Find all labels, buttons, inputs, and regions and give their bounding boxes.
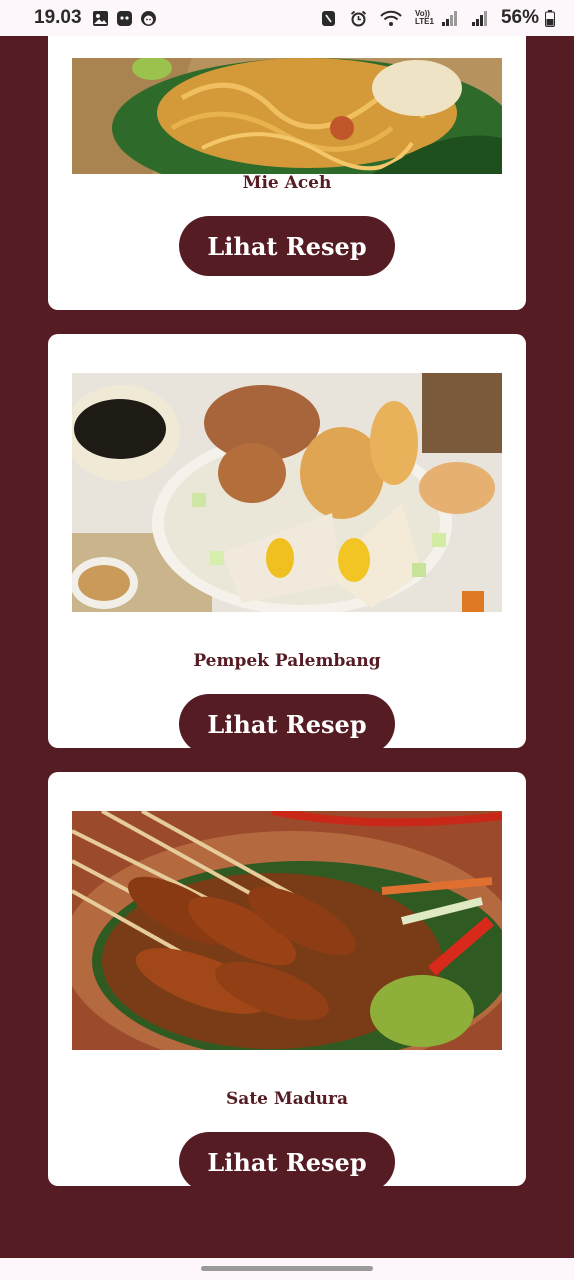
- gallery-icon: [92, 10, 109, 27]
- status-time: 19.03: [34, 7, 82, 28]
- recipe-card: Pempek Palembang Lihat Resep: [48, 334, 526, 754]
- recipe-photo-pempek-palembang: [72, 373, 502, 612]
- status-right-group: Vo)) LTE1 56%: [320, 7, 562, 29]
- recipe-photo-mie-aceh: [72, 58, 502, 174]
- navigation-bar: [0, 1258, 574, 1280]
- recipe-list[interactable]: Mie Aceh Lihat Resep Pempek Palembang Li…: [0, 36, 574, 1258]
- recipe-photo-sate-madura: [72, 811, 502, 1050]
- recipe-card: Mie Aceh Lihat Resep: [48, 36, 526, 310]
- lihat-resep-button[interactable]: Lihat Resep: [179, 216, 395, 276]
- recipe-title: Mie Aceh: [242, 173, 332, 193]
- network-label: Vo)) LTE1: [414, 9, 434, 26]
- lihat-resep-button[interactable]: Lihat Resep: [179, 1132, 395, 1192]
- battery-percent: 56%: [500, 7, 539, 28]
- signal-icon: [441, 10, 458, 27]
- alarm-icon: [350, 10, 367, 27]
- face-icon: [140, 10, 157, 27]
- wifi-icon: [380, 10, 402, 27]
- status-bar: 19.03 Vo)) LTE1 56%: [0, 0, 574, 36]
- lihat-resep-button[interactable]: Lihat Resep: [179, 694, 395, 754]
- battery-icon: [545, 9, 555, 27]
- recipe-title: Sate Madura: [226, 1089, 348, 1109]
- signal-icon: [471, 10, 488, 27]
- gesture-handle[interactable]: [201, 1266, 373, 1271]
- game-controller-icon: [116, 10, 133, 27]
- recipe-title: Pempek Palembang: [193, 651, 381, 671]
- recipe-card: Sate Madura Lihat Resep: [48, 772, 526, 1192]
- nfc-icon: [320, 10, 337, 27]
